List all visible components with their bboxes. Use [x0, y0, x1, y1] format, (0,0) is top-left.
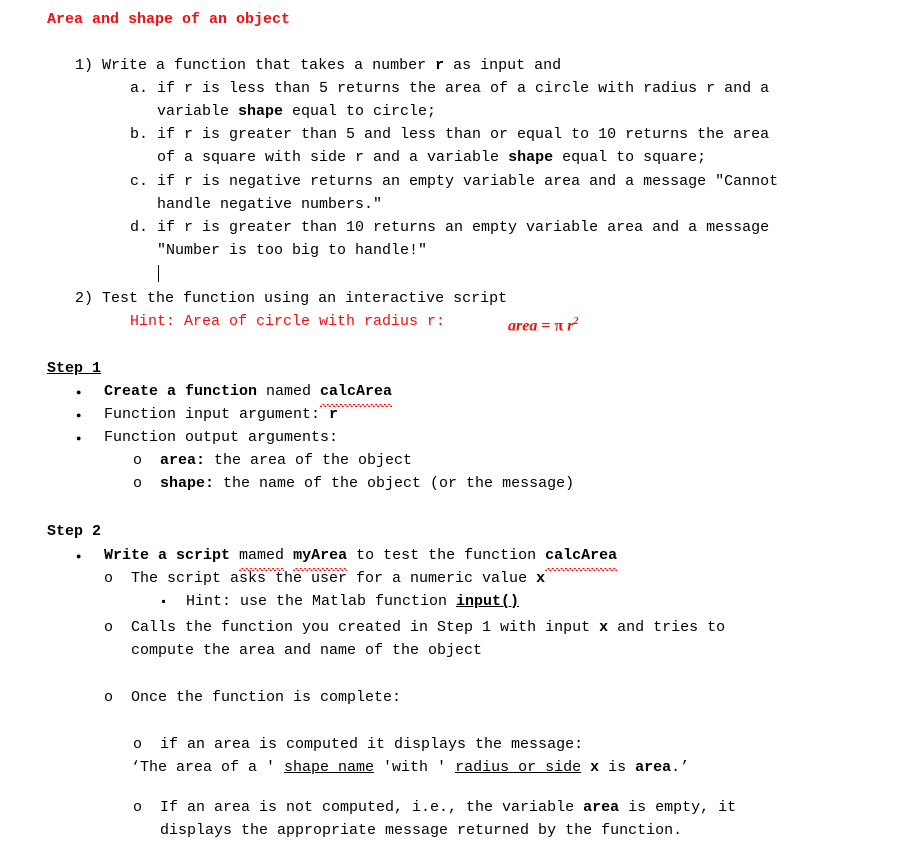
bullet-disc-icon: [76, 404, 81, 428]
placeholder-shape-name: shape name: [284, 759, 375, 776]
task-subitem-c-line1: if r is negative returns an empty variab…: [157, 173, 779, 190]
bullet-circle-icon: [133, 473, 142, 496]
task-subitem-a-line1: if r is less than 5 returns the area of …: [157, 80, 770, 97]
spellcheck-word-myarea: myArea: [293, 545, 348, 571]
area-formula: area = π r2: [508, 311, 578, 338]
task-item-2-marker: 2): [75, 290, 94, 307]
hint-text: Hint: Area of circle with radius r:: [130, 313, 446, 330]
document-page: Area and shape of an object 1) Write a f…: [0, 0, 910, 861]
formula-exponent: 2: [573, 316, 579, 327]
bullet-square-icon: [160, 591, 167, 614]
step-2-sub-3: Once the function is complete:: [131, 689, 402, 706]
step-2-sub-3b-line1: If an area is not computed, i.e., the va…: [160, 799, 737, 816]
step-1-bullet-2: Function input argument: r: [104, 406, 339, 423]
spellcheck-word-calcarea: calcArea: [545, 545, 618, 571]
step-2-sub-1-hint: Hint: use the Matlab function input(): [186, 593, 520, 610]
task-item-2-text: Test the function using an interactive s…: [102, 290, 508, 307]
formula-variable: r: [563, 317, 574, 335]
step-2-sub-2-line2: compute the area and name of the object: [131, 642, 483, 659]
task-item-1-text: Write a function that takes a number: [102, 57, 436, 74]
task-item-1: 1) Write a function that takes a number …: [75, 55, 561, 78]
task-item-1-text-after: as input and: [444, 57, 562, 74]
task-subitem-a-line2: variable shape equal to circle;: [157, 103, 437, 120]
formula-pi: π: [554, 317, 564, 335]
placeholder-radius-or-side: radius or side: [455, 759, 582, 776]
bullet-circle-icon: [104, 568, 113, 591]
step-1-heading: Step 1: [47, 360, 102, 377]
step-2-display-message: ‘The area of a ' shape name 'with ' radi…: [131, 759, 690, 776]
text-cursor: [158, 265, 159, 282]
task-item-2: 2) Test the function using an interactiv…: [75, 288, 507, 311]
bullet-disc-icon: [76, 381, 81, 405]
task-subitem-b-line2: of a square with side r and a variable s…: [157, 149, 707, 166]
bullet-disc-icon: [76, 427, 81, 451]
step-2-sub-3a: if an area is computed it displays the m…: [160, 736, 584, 753]
task-subitem-a-marker: a.: [130, 80, 149, 97]
input-function-link: input(): [456, 593, 520, 610]
task-subitem-d-marker: d.: [130, 219, 149, 236]
task-subitem-c-marker: c.: [130, 173, 149, 190]
task-subitem-b-marker: b.: [130, 126, 149, 143]
bullet-circle-icon: [133, 450, 142, 473]
bullet-circle-icon: [133, 797, 142, 820]
step-2-sub-1: The script asks the user for a numeric v…: [131, 570, 546, 587]
step-2-sub-2-line1: Calls the function you created in Step 1…: [131, 619, 726, 636]
task-item-1-marker: 1): [75, 57, 94, 74]
spellcheck-word-mamed: mamed: [239, 545, 285, 571]
bullet-circle-icon: [104, 617, 113, 640]
task-subitem-c-line2: handle negative numbers.": [157, 196, 383, 213]
step-1-subbullet-shape: shape: the name of the object (or the me…: [160, 475, 575, 492]
step-1-bullet-1: Create a function named calcArea: [104, 381, 393, 407]
formula-lhs: area: [508, 317, 538, 335]
page-title: Area and shape of an object: [47, 11, 291, 28]
spellcheck-word-calcarea: calcArea: [320, 381, 393, 407]
step-2-heading: Step 2: [47, 523, 102, 540]
task-subitem-b-line1: if r is greater than 5 and less than or …: [157, 126, 770, 143]
step-2-bullet-main: Write a script mamed myArea to test the …: [104, 545, 618, 571]
bullet-circle-icon: [104, 687, 113, 710]
task-subitem-d-line2: "Number is too big to handle!": [157, 242, 428, 259]
task-subitem-d-line1: if r is greater than 10 returns an empty…: [157, 219, 770, 236]
bullet-circle-icon: [133, 734, 142, 757]
formula-equals: =: [537, 317, 555, 335]
task-item-1-variable: r: [435, 57, 445, 74]
bullet-disc-icon: [76, 545, 81, 569]
step-1-subbullet-area: area: the area of the object: [160, 452, 413, 469]
step-2-sub-3b-line2: displays the appropriate message returne…: [160, 822, 683, 839]
step-1-bullet-3: Function output arguments:: [104, 429, 339, 446]
